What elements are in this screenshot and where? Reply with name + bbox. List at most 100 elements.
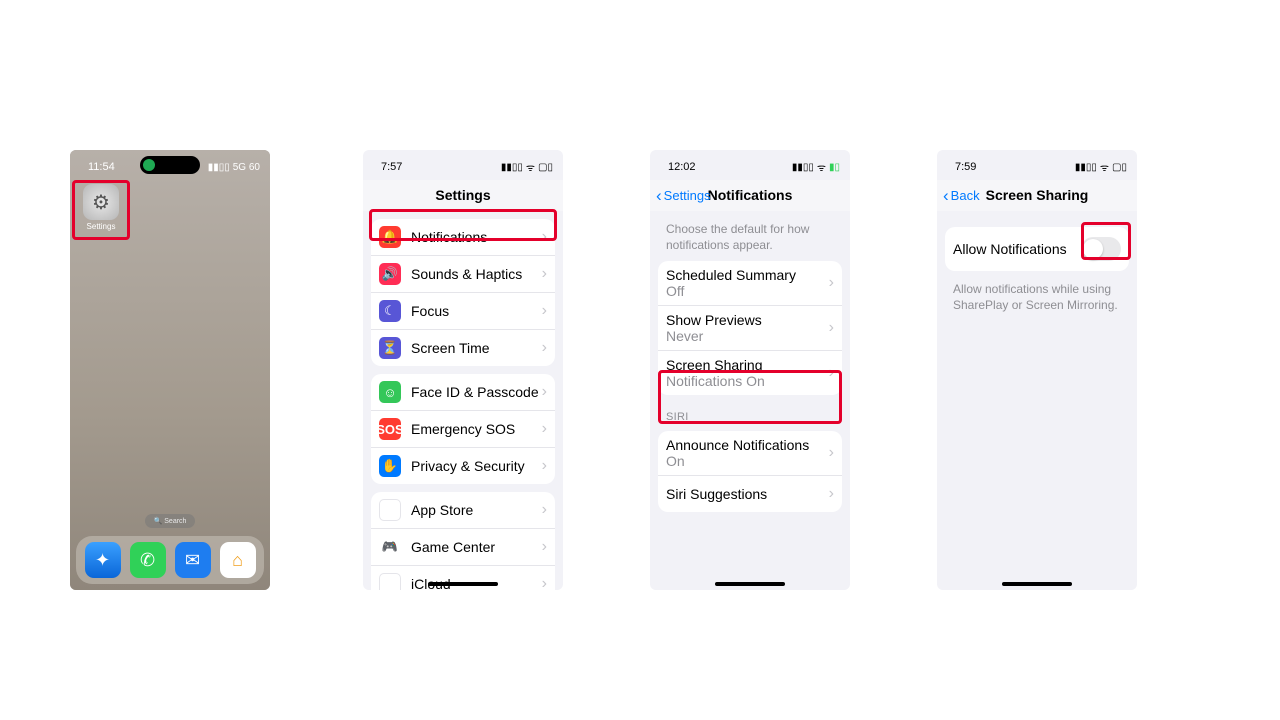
row-label: Face ID & Passcode: [411, 384, 542, 400]
dynamic-island: [140, 156, 200, 174]
display-note: Choose the default for how notifications…: [666, 221, 834, 253]
signal-bars-icon: ▮▮▯▯: [501, 162, 523, 173]
back-label: Settings: [664, 188, 711, 203]
row-privacy[interactable]: ✋ Privacy & Security ›: [371, 447, 555, 484]
chevron-right-icon: ›: [542, 339, 547, 357]
row-allow-notifications[interactable]: Allow Notifications: [945, 227, 1129, 271]
status-time: 7:57: [381, 161, 402, 173]
row-label: Focus: [411, 303, 542, 319]
row-notifications[interactable]: 🔔 Notifications ›: [371, 219, 555, 255]
page-title: Notifications: [708, 187, 793, 203]
chevron-right-icon: ›: [829, 364, 834, 382]
battery-icon: ▢▯: [538, 162, 553, 173]
chevron-right-icon: ›: [542, 457, 547, 475]
cloud-icon: ☁: [379, 573, 401, 590]
row-screen-sharing[interactable]: Screen Sharing Notifications On ›: [658, 350, 842, 395]
nav-bar: ‹ Back Screen Sharing: [937, 180, 1137, 211]
settings-list-screen: 7:57 ▮▮▯▯ ᯤ ▢▯ Settings 🔔 Notifications …: [363, 150, 563, 590]
home-app-icon[interactable]: ⌂: [220, 542, 256, 578]
footer-note: Allow notifications while using SharePla…: [953, 281, 1121, 313]
row-value: Off: [666, 283, 829, 299]
back-button[interactable]: ‹ Settings: [656, 180, 711, 210]
chevron-right-icon: ›: [829, 444, 834, 462]
row-icloud[interactable]: ☁ iCloud ›: [371, 565, 555, 590]
appstore-icon: Ⓐ: [379, 499, 401, 521]
allow-notifications-group: Allow Notifications: [945, 227, 1129, 271]
search-label: Search: [164, 518, 186, 525]
speaker-icon: 🔊: [379, 263, 401, 285]
notifications-screen: 12:02 ▮▮▯▯ ᯤ ▮▯ ‹ Settings Notifications…: [650, 150, 850, 590]
row-scheduled-summary[interactable]: Scheduled Summary Off ›: [658, 261, 842, 305]
row-label: Screen Sharing: [666, 357, 829, 373]
wifi-icon: ᯤ: [526, 160, 535, 174]
network-label: 5G 60: [233, 162, 260, 173]
row-appstore[interactable]: Ⓐ App Store ›: [371, 492, 555, 528]
chevron-right-icon: ›: [542, 228, 547, 246]
mail-icon[interactable]: ✉: [175, 542, 211, 578]
back-button[interactable]: ‹ Back: [943, 180, 980, 210]
page-title: Settings: [435, 187, 490, 203]
allow-notifications-toggle[interactable]: [1081, 237, 1121, 261]
row-sounds[interactable]: 🔊 Sounds & Haptics ›: [371, 255, 555, 292]
siri-section-header: SIRI: [666, 411, 834, 423]
row-label: Screen Time: [411, 340, 542, 356]
chevron-right-icon: ›: [542, 265, 547, 283]
screen-sharing-screen: 7:59 ▮▮▯▯ ᯤ ▢▯ ‹ Back Screen Sharing All…: [937, 150, 1137, 590]
home-screen: 11:54 ▮▮▯▯ 5G 60 ⚙ Settings 🔍 Search ✦ ✆…: [70, 150, 270, 590]
battery-icon: ▢▯: [1112, 162, 1127, 173]
status-bar: 11:54 ▮▮▯▯ 5G 60: [70, 150, 270, 180]
phone-icon[interactable]: ✆: [130, 542, 166, 578]
row-label: Siri Suggestions: [666, 486, 829, 502]
chevron-left-icon: ‹: [943, 187, 949, 204]
row-gamecenter[interactable]: 🎮 Game Center ›: [371, 528, 555, 565]
wifi-icon: ᯤ: [817, 160, 826, 174]
status-indicators: ▮▮▯▯ ᯤ ▮▯: [792, 160, 840, 174]
notifications-group-1: Scheduled Summary Off › Show Previews Ne…: [658, 261, 842, 395]
home-indicator: [428, 582, 498, 586]
row-focus[interactable]: ☾ Focus ›: [371, 292, 555, 329]
chevron-right-icon: ›: [829, 274, 834, 292]
chevron-right-icon: ›: [829, 485, 834, 503]
row-sos[interactable]: SOS Emergency SOS ›: [371, 410, 555, 447]
battery-icon: ▮▯: [829, 162, 840, 173]
settings-app[interactable]: ⚙ Settings: [76, 184, 126, 231]
spotlight-search[interactable]: 🔍 Search: [145, 514, 195, 528]
row-siri-suggestions[interactable]: Siri Suggestions ›: [658, 475, 842, 512]
row-label: Announce Notifications: [666, 437, 829, 453]
faceid-icon: ☺: [379, 381, 401, 403]
sos-icon: SOS: [379, 418, 401, 440]
chevron-right-icon: ›: [542, 420, 547, 438]
settings-group-1: 🔔 Notifications › 🔊 Sounds & Haptics › ☾…: [371, 219, 555, 366]
row-label: Emergency SOS: [411, 421, 542, 437]
hourglass-icon: ⏳: [379, 337, 401, 359]
status-indicators: ▮▮▯▯ ᯤ ▢▯: [1075, 160, 1127, 174]
search-icon: 🔍: [154, 517, 163, 525]
settings-icon: ⚙: [83, 184, 119, 220]
bell-icon: 🔔: [379, 226, 401, 248]
status-indicators: ▮▮▯▯ 5G 60: [208, 162, 260, 173]
row-value: On: [666, 453, 829, 469]
row-screen-time[interactable]: ⏳ Screen Time ›: [371, 329, 555, 366]
status-bar: 7:57 ▮▮▯▯ ᯤ ▢▯: [363, 150, 563, 180]
home-indicator: [715, 582, 785, 586]
chevron-right-icon: ›: [542, 538, 547, 556]
status-time: 12:02: [668, 161, 696, 173]
signal-bars-icon: ▮▮▯▯: [208, 162, 230, 173]
row-label: Scheduled Summary: [666, 267, 829, 283]
status-time: 11:54: [88, 161, 115, 173]
notifications-group-siri: Announce Notifications On › Siri Suggest…: [658, 431, 842, 512]
page-title: Screen Sharing: [986, 187, 1089, 203]
settings-group-3: Ⓐ App Store › 🎮 Game Center › ☁ iCloud ›…: [371, 492, 555, 590]
row-label: Show Previews: [666, 312, 829, 328]
gamecenter-icon: 🎮: [379, 536, 401, 558]
row-label: Notifications: [411, 229, 542, 245]
row-label: Sounds & Haptics: [411, 266, 542, 282]
chevron-right-icon: ›: [829, 319, 834, 337]
row-show-previews[interactable]: Show Previews Never ›: [658, 305, 842, 350]
row-label: Game Center: [411, 539, 542, 555]
status-indicators: ▮▮▯▯ ᯤ ▢▯: [501, 160, 553, 174]
safari-icon[interactable]: ✦: [85, 542, 121, 578]
row-announce[interactable]: Announce Notifications On ›: [658, 431, 842, 475]
row-faceid[interactable]: ☺ Face ID & Passcode ›: [371, 374, 555, 410]
chevron-right-icon: ›: [542, 302, 547, 320]
